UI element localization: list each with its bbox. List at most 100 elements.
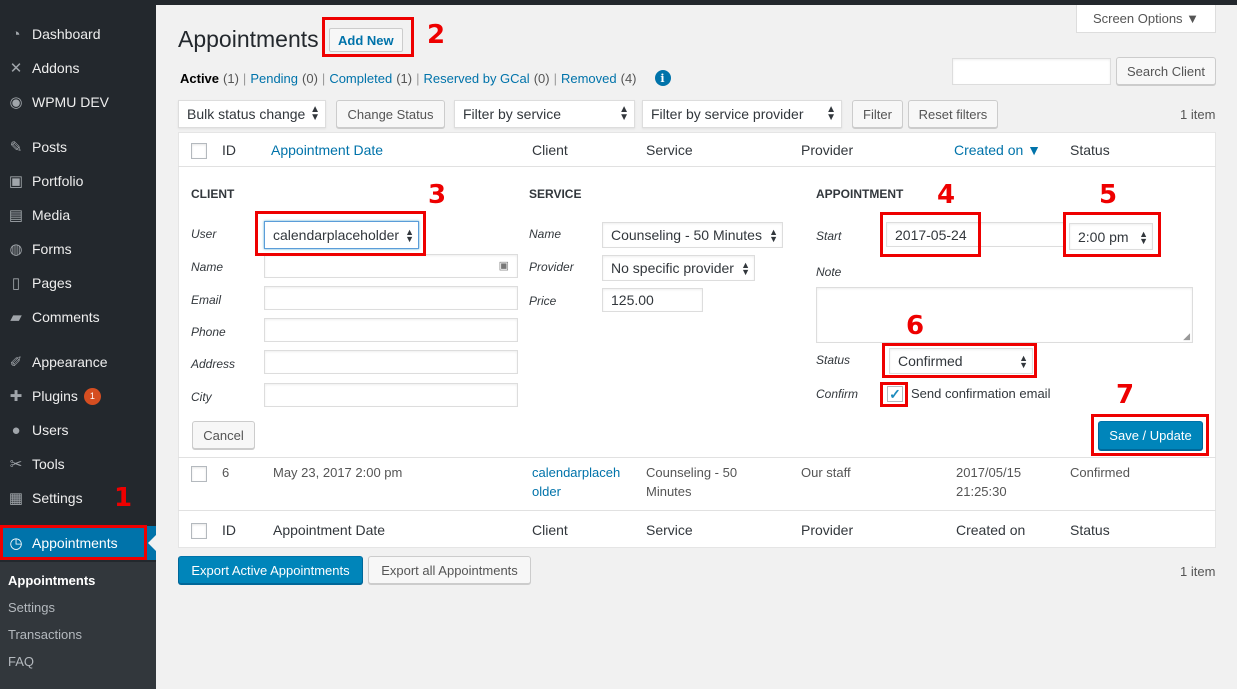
view-pending[interactable]: Pending: [250, 71, 298, 86]
items-count-bottom: 1 item: [1180, 564, 1216, 579]
sidebar-item-forms[interactable]: ◍ Forms: [0, 232, 156, 266]
start-date-field[interactable]: 2017-05-24: [886, 222, 1066, 247]
status-select[interactable]: Confirmed ▲ ▼: [889, 348, 1033, 374]
sidebar-item-addons[interactable]: ✕ Addons: [0, 51, 156, 85]
service-name-label: Name: [529, 227, 562, 241]
sidebar-item-appointments[interactable]: ◷ Appointments: [0, 526, 156, 560]
updown-arrows-icon: ▲ ▼: [769, 227, 778, 244]
comments-icon: ▰: [10, 309, 22, 326]
submenu-item-settings[interactable]: Settings: [8, 600, 55, 615]
name-field[interactable]: ▣: [264, 254, 518, 278]
sort-link[interactable]: Created on ▼: [954, 142, 1041, 158]
portfolio-icon: ▣: [8, 173, 24, 190]
separator: |: [321, 70, 326, 86]
address-label: Address: [191, 357, 236, 371]
view-count: (4): [620, 70, 637, 86]
sidebar-item-portfolio[interactable]: ▣ Portfolio: [0, 164, 156, 198]
sidebar-item-posts[interactable]: ✎ Posts: [0, 130, 156, 164]
phone-field[interactable]: [264, 318, 518, 342]
footer-column-status: Status: [1070, 522, 1110, 538]
address-field[interactable]: [264, 350, 518, 374]
sidebar-item-appearance[interactable]: ✐ Appearance: [0, 345, 156, 379]
sidebar-item-label: Users: [32, 422, 69, 438]
sidebar-item-label: Pages: [32, 275, 72, 291]
contact-card-icon: ▣: [498, 260, 509, 272]
updown-arrows-icon: ▲ ▼: [310, 104, 320, 123]
filter-service-select[interactable]: Filter by service ▲ ▼: [454, 100, 635, 128]
row-service: Counseling - 50 Minutes: [646, 463, 737, 501]
bulk-status-select[interactable]: Bulk status change ▲ ▼: [178, 100, 326, 128]
sidebar-item-plugins[interactable]: ✚ Plugins 1: [0, 379, 156, 413]
client-link-line[interactable]: calendarplaceh: [532, 465, 620, 480]
start-time-select[interactable]: 2:00 pm ▲ ▼: [1069, 223, 1153, 250]
view-reserved-gcal[interactable]: Reserved by GCal: [423, 71, 529, 86]
add-new-button[interactable]: Add New: [329, 28, 403, 52]
resize-handle-icon[interactable]: ◢: [1183, 331, 1190, 342]
separator: |: [242, 70, 247, 86]
addons-icon: ✕: [9, 60, 23, 77]
sidebar-item-media[interactable]: ▤ Media: [0, 198, 156, 232]
view-count: (0): [302, 70, 318, 86]
submenu-item-transactions[interactable]: Transactions: [8, 627, 82, 642]
sidebar-item-comments[interactable]: ▰ Comments: [0, 300, 156, 334]
price-field[interactable]: 125.00: [602, 288, 703, 312]
provider-label: Provider: [529, 260, 574, 274]
send-confirmation-checkbox[interactable]: ✓: [887, 386, 903, 402]
view-count: (1): [396, 70, 413, 86]
sidebar-item-users[interactable]: ● Users: [0, 413, 156, 447]
sidebar-item-pages[interactable]: ▯ Pages: [0, 266, 156, 300]
pages-icon: ▯: [11, 275, 21, 292]
sidebar-item-wpmudev[interactable]: ◉ WPMU DEV: [0, 85, 156, 119]
select-all-checkbox-footer[interactable]: [191, 523, 207, 539]
status-label: Status: [816, 353, 851, 367]
client-link-line[interactable]: older: [532, 484, 561, 499]
export-active-button[interactable]: Export Active Appointments: [178, 556, 363, 584]
reset-filters-button[interactable]: Reset filters: [908, 100, 998, 128]
change-status-button[interactable]: Change Status: [336, 100, 445, 128]
column-created-on[interactable]: Created on ▼: [954, 142, 1041, 158]
view-completed[interactable]: Completed: [329, 71, 392, 86]
sidebar-item-dashboard[interactable]: ◔ Dashboard: [0, 17, 156, 51]
update-count-badge: 1: [83, 387, 101, 405]
updown-arrows-icon: ▲ ▼: [619, 104, 629, 123]
select-all-checkbox[interactable]: [191, 143, 207, 159]
user-select[interactable]: calendarplaceholder ▲ ▼: [264, 221, 419, 249]
view-active[interactable]: Active: [180, 71, 219, 86]
column-status: Status: [1070, 142, 1110, 158]
service-section-title: SERVICE: [529, 187, 582, 201]
sidebar-item-settings[interactable]: ▦ Settings: [0, 481, 156, 515]
filter-provider-select[interactable]: Filter by service provider ▲ ▼: [642, 100, 842, 128]
screen-options-button[interactable]: Screen Options ▼: [1076, 5, 1216, 33]
annotation-number-2: 2: [427, 20, 446, 50]
dashboard-icon: ◔: [11, 25, 21, 43]
sidebar-item-label: Addons: [32, 60, 80, 76]
service-select[interactable]: Counseling - 50 Minutes ▲ ▼: [602, 222, 783, 248]
row-checkbox[interactable]: [191, 466, 207, 482]
submenu-item-faq[interactable]: FAQ: [8, 654, 34, 669]
view-removed[interactable]: Removed: [561, 71, 617, 86]
sort-link[interactable]: Appointment Date: [271, 142, 383, 158]
search-client-input[interactable]: [952, 58, 1111, 85]
appearance-icon: ✐: [9, 354, 23, 371]
footer-column-provider: Provider: [801, 522, 854, 538]
column-appointment-date[interactable]: Appointment Date: [271, 142, 383, 158]
annotation-number-1: 1: [114, 483, 133, 513]
row-client-link[interactable]: calendarplaceh older: [532, 463, 620, 501]
filter-button[interactable]: Filter: [852, 100, 903, 128]
cancel-button[interactable]: Cancel: [192, 421, 255, 449]
provider-select[interactable]: No specific provider ▲ ▼: [602, 255, 755, 281]
sidebar-item-tools[interactable]: ✂ Tools: [0, 447, 156, 481]
info-icon[interactable]: i: [654, 70, 671, 86]
search-client-button[interactable]: Search Client: [1116, 57, 1216, 85]
city-field[interactable]: [264, 383, 518, 407]
note-textarea[interactable]: ◢: [816, 287, 1193, 343]
export-all-button[interactable]: Export all Appointments: [368, 556, 531, 584]
save-update-button[interactable]: Save / Update: [1098, 421, 1203, 450]
divider: [178, 457, 1216, 458]
email-field[interactable]: [264, 286, 518, 310]
page-title: Appointments: [178, 26, 319, 52]
select-value: Counseling - 50 Minutes: [611, 227, 762, 243]
price-label: Price: [529, 294, 557, 308]
created-line: 2017/05/15: [956, 465, 1022, 480]
submenu-item-appointments[interactable]: Appointments: [8, 573, 95, 588]
